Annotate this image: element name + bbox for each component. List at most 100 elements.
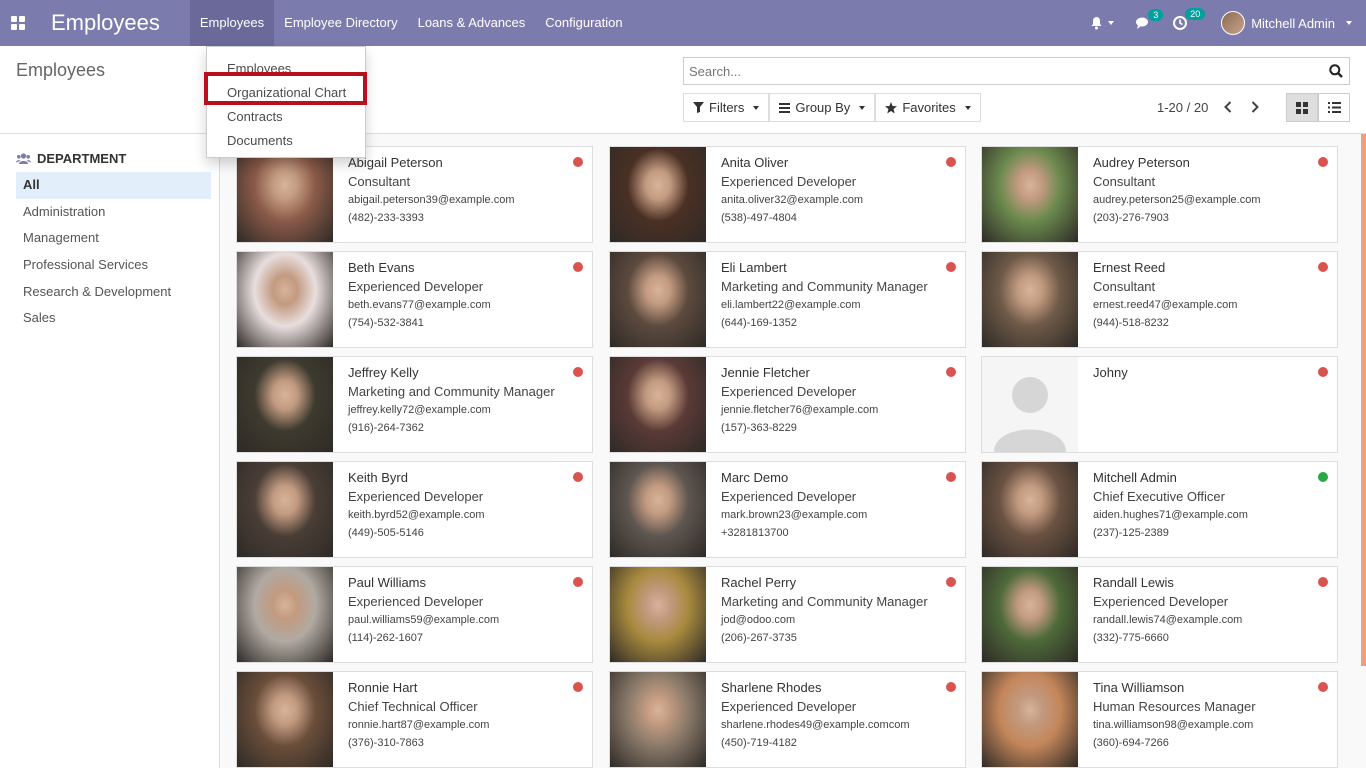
- activities-menu[interactable]: 20: [1173, 8, 1206, 30]
- employee-name: Anita Oliver: [721, 155, 789, 170]
- sidebar-item-all[interactable]: All: [16, 172, 211, 199]
- employee-card[interactable]: Paul Williams Experienced Developer paul.w…: [236, 566, 593, 663]
- employee-phone: (376)-310-7863: [348, 737, 424, 749]
- pager-previous[interactable]: [1220, 98, 1236, 116]
- employee-phone: (203)-276-7903: [1093, 212, 1169, 224]
- employee-job: Experienced Developer: [1093, 594, 1229, 609]
- user-menu[interactable]: Mitchell Admin: [1221, 11, 1352, 35]
- employee-photo: [610, 147, 706, 242]
- employee-card[interactable]: Sharlene Rhodes Experienced Developer shar…: [609, 671, 966, 768]
- messages-menu[interactable]: 3: [1136, 8, 1164, 30]
- employee-photo: [237, 357, 333, 452]
- employee-phone: (360)-694-7266: [1093, 737, 1169, 749]
- department-list: All Administration Management Profession…: [16, 172, 211, 332]
- employee-phone: (237)-125-2389: [1093, 527, 1169, 539]
- menu-employee-directory[interactable]: Employee Directory: [274, 0, 407, 46]
- employee-card[interactable]: Randall Lewis Experienced Developer randal…: [981, 566, 1338, 663]
- pager-value[interactable]: 1-20 / 20: [1157, 100, 1208, 115]
- employee-card[interactable]: Audrey Peterson Consultant audrey.peterson…: [981, 146, 1338, 243]
- favorites-button[interactable]: Favorites: [875, 93, 981, 122]
- presence-status-icon: [1318, 682, 1328, 692]
- employee-info: Marc Demo Experienced Developer mark.brown…: [721, 470, 867, 539]
- employee-card[interactable]: Ernest Reed Consultant ernest.reed47@examp…: [981, 251, 1338, 348]
- menu-configuration[interactable]: Configuration: [535, 0, 632, 46]
- search-box: [683, 57, 1350, 85]
- presence-status-icon: [946, 262, 956, 272]
- filters-button[interactable]: Filters: [683, 93, 770, 122]
- employee-job: Chief Technical Officer: [348, 699, 478, 714]
- presence-status-icon: [946, 157, 956, 167]
- control-panel: Employees Filters Group By Favorites 1-2…: [0, 46, 1366, 134]
- breadcrumb: Employees: [16, 60, 106, 80]
- dropdown-item-organizational-chart[interactable]: Organizational Chart: [207, 81, 365, 105]
- employee-job: Consultant: [1093, 174, 1156, 189]
- chevron-right-icon: [1251, 101, 1259, 113]
- presence-status-icon: [573, 157, 583, 167]
- employee-info: Randall Lewis Experienced Developer randal…: [1093, 575, 1242, 644]
- star-icon: [885, 101, 898, 113]
- dropdown-item-documents[interactable]: Documents: [207, 129, 365, 153]
- employee-info: Anita Oliver Experienced Developer anita.o…: [721, 155, 863, 224]
- group-by-button[interactable]: Group By: [769, 93, 876, 122]
- employee-card[interactable]: Mitchell Admin Chief Executive Officer aid…: [981, 461, 1338, 558]
- sidebar-item-sales[interactable]: Sales: [16, 305, 211, 332]
- search-icon[interactable]: [1329, 64, 1343, 78]
- employee-info: Eli Lambert Marketing and Community Manag…: [721, 260, 928, 329]
- menu-employees[interactable]: Employees: [189, 0, 275, 46]
- employee-name: Abigail Peterson: [348, 155, 443, 170]
- presence-status-icon: [573, 367, 583, 377]
- employee-card[interactable]: Rachel Perry Marketing and Community Mana…: [609, 566, 966, 663]
- dropdown-item-employees[interactable]: Employees: [207, 57, 365, 81]
- employee-job: Consultant: [348, 174, 411, 189]
- employee-card[interactable]: Jeffrey Kelly Marketing and Community Man…: [236, 356, 593, 453]
- employee-email: ronnie.hart87@example.com: [348, 719, 490, 731]
- employee-card[interactable]: Anita Oliver Experienced Developer anita.o…: [609, 146, 966, 243]
- employee-info: Rachel Perry Marketing and Community Mana…: [721, 575, 928, 644]
- employee-photo: [610, 462, 706, 557]
- employee-email: audrey.peterson25@example.com: [1093, 194, 1261, 206]
- employee-phone: (944)-518-8232: [1093, 317, 1169, 329]
- pager-next[interactable]: [1247, 98, 1263, 116]
- employee-photo: [982, 252, 1078, 347]
- dropdown-item-contracts[interactable]: Contracts: [207, 105, 365, 129]
- presence-status-icon: [946, 682, 956, 692]
- employee-job: Experienced Developer: [721, 384, 857, 399]
- employee-card[interactable]: Marc Demo Experienced Developer mark.brown…: [609, 461, 966, 558]
- employee-card[interactable]: Abigail Peterson Consultant abigail.peters…: [236, 146, 593, 243]
- employee-photo: [237, 147, 333, 242]
- sidebar-item-research-development[interactable]: Research & Development: [16, 279, 211, 306]
- employee-card[interactable]: Ronnie Hart Chief Technical Officer ronnie…: [236, 671, 593, 768]
- bars-icon: [779, 102, 791, 113]
- employee-phone: (206)-267-3735: [721, 632, 797, 644]
- user-avatar: [1221, 11, 1246, 35]
- employee-name: Mitchell Admin: [1093, 470, 1177, 485]
- employee-card[interactable]: Tina Williamson Human Resources Manager ti…: [981, 671, 1338, 768]
- employee-card[interactable]: Johny: [981, 356, 1338, 453]
- sidebar-item-management[interactable]: Management: [16, 225, 211, 252]
- presence-status-icon: [946, 367, 956, 377]
- employee-name: Paul Williams: [348, 575, 427, 590]
- employee-photo: [982, 462, 1078, 557]
- sidebar-item-administration[interactable]: Administration: [16, 199, 211, 226]
- list-view-button[interactable]: [1318, 93, 1350, 122]
- kanban-view-button[interactable]: [1286, 93, 1318, 122]
- apps-menu-icon[interactable]: [0, 0, 36, 46]
- menu-loans-advances[interactable]: Loans & Advances: [408, 0, 536, 46]
- favorites-label: Favorites: [902, 100, 956, 115]
- messages-badge: 3: [1148, 8, 1164, 21]
- employee-info: Keith Byrd Experienced Developer keith.byr…: [348, 470, 485, 539]
- presence-status-icon: [573, 262, 583, 272]
- employee-name: Jennie Fletcher: [721, 365, 810, 380]
- employee-card[interactable]: Eli Lambert Marketing and Community Manag…: [609, 251, 966, 348]
- employee-card[interactable]: Beth Evans Experienced Developer beth.evan…: [236, 251, 593, 348]
- sidebar-item-professional-services[interactable]: Professional Services: [16, 252, 211, 279]
- employee-job: Marketing and Community Manager: [348, 384, 555, 399]
- employee-name: Rachel Perry: [721, 575, 797, 590]
- employee-card[interactable]: Jennie Fletcher Experienced Developer jenn…: [609, 356, 966, 453]
- employee-email: paul.williams59@example.com: [348, 614, 500, 626]
- notifications-bell[interactable]: [1090, 16, 1115, 30]
- search-input[interactable]: [684, 58, 1304, 84]
- user-name: Mitchell Admin: [1251, 15, 1335, 31]
- group-by-label: Group By: [795, 100, 851, 115]
- employee-card[interactable]: Keith Byrd Experienced Developer keith.byr…: [236, 461, 593, 558]
